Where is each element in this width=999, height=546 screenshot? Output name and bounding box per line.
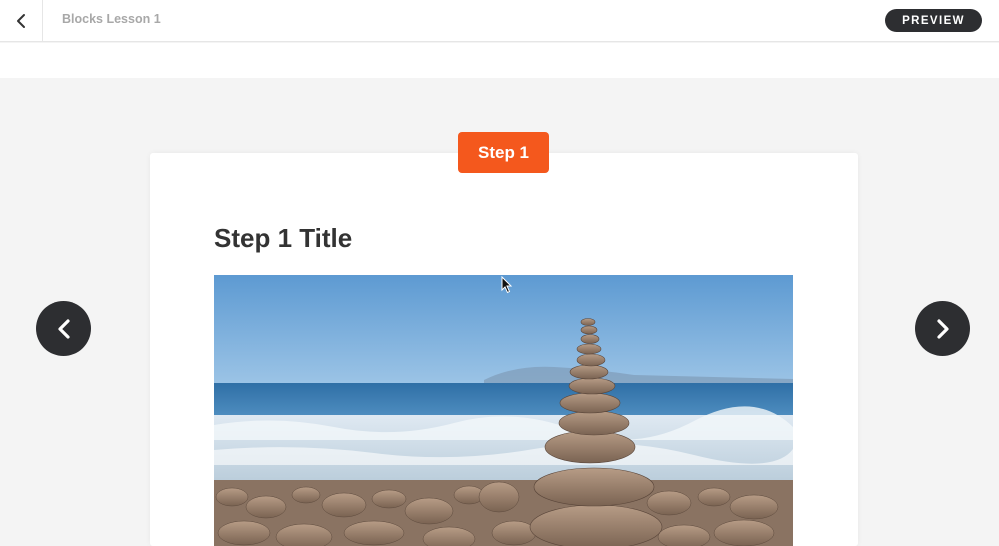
previous-step-button[interactable]: [36, 301, 91, 356]
back-button[interactable]: [0, 0, 43, 42]
chevron-left-icon: [17, 14, 25, 28]
step-badge[interactable]: Step 1: [458, 132, 549, 173]
chevron-left-icon: [57, 318, 70, 339]
toolbar-spacer: [0, 43, 999, 78]
chevron-right-icon: [936, 318, 949, 339]
step-title: Step 1 Title: [214, 223, 353, 253]
step-image: [214, 275, 793, 546]
mouse-cursor-icon: [501, 276, 513, 294]
stacked-stones-image: [214, 275, 793, 546]
preview-button[interactable]: PREVIEW: [885, 9, 982, 32]
lesson-title: Blocks Lesson 1: [62, 12, 161, 26]
next-step-button[interactable]: [915, 301, 970, 356]
top-bar: Blocks Lesson 1 PREVIEW: [0, 0, 999, 42]
